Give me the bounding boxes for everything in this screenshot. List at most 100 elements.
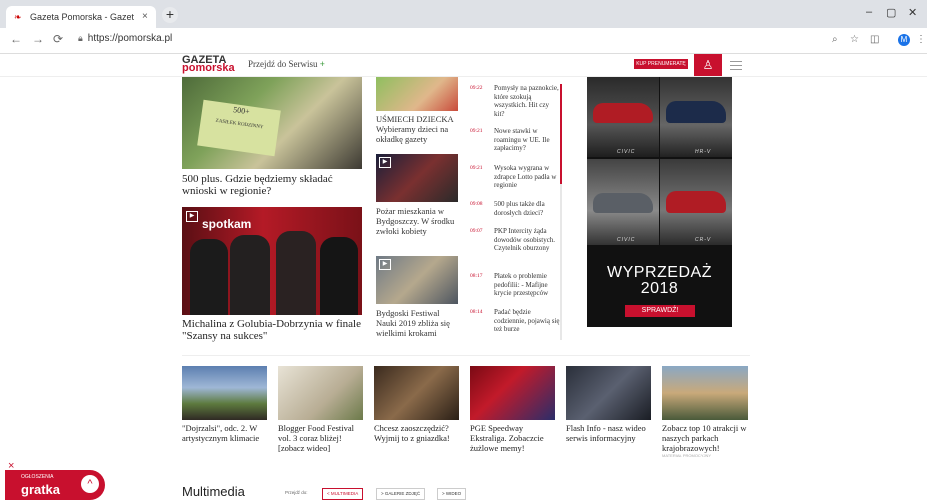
site-logo[interactable]: GAZETA pomorska — [182, 55, 235, 74]
chevron-up-icon[interactable]: ^ — [81, 475, 99, 493]
bookmark-star-icon[interactable]: ☆ — [850, 34, 859, 45]
middle-image-festiwal[interactable]: ▶ — [376, 256, 458, 304]
multimedia-heading: Multimedia — [182, 484, 245, 499]
tab-galerie[interactable]: > GALERIE ZDJĘĆ — [376, 488, 426, 500]
person-silhouette — [320, 237, 358, 315]
address-bar[interactable]: 🔒︎ https://pomorska.pl — [78, 33, 172, 44]
bottom-item[interactable]: Zobacz top 10 atrakcji w naszych parkach… — [662, 423, 750, 459]
image-text-spotkam: spotkam — [202, 217, 252, 231]
bottom-image[interactable] — [182, 366, 267, 420]
extension-icon[interactable]: ◫ — [870, 34, 879, 45]
ad-model-label: CR-V — [695, 237, 712, 243]
news-time: 09:21 — [470, 165, 483, 171]
image-text-zasilek: ZASIŁEK RODZINNY — [215, 118, 264, 131]
subscribe-button[interactable]: KUP PRENUMERATĘ — [634, 59, 688, 69]
go-to-service-link[interactable]: Przejdź do Serwisu + — [248, 59, 325, 69]
car-image — [587, 77, 659, 157]
tab-wideo[interactable]: > WIDEO — [437, 488, 467, 500]
bottom-item[interactable]: Chcesz zaoszczędzić? Wyjmij to z gniazdk… — [374, 423, 462, 443]
sign-graphic: 500+ ZASIŁEK RODZINNY — [197, 99, 281, 157]
classifieds-brand: gratka — [21, 482, 61, 497]
lock-icon: 🔒︎ — [78, 33, 83, 43]
car-shape — [593, 103, 653, 123]
tab-close-icon[interactable]: × — [142, 6, 148, 28]
middle-caption-festiwal[interactable]: Bydgoski Festiwal Nauki 2019 zbliża się … — [376, 308, 460, 338]
classifieds-widget[interactable]: OGŁOSZENIA gratka ^ — [5, 470, 105, 500]
window-close-icon[interactable]: ✕ — [908, 6, 917, 19]
middle-caption-pozar[interactable]: Pożar mieszkania w Bydgoszczy. W środku … — [376, 206, 460, 236]
profile-avatar[interactable]: M — [898, 34, 910, 46]
site-favicon-icon: ❧ — [14, 12, 22, 22]
zoom-icon[interactable]: ⌕ — [832, 34, 838, 45]
play-icon: ▶ — [379, 259, 391, 270]
classifieds-label: OGŁOSZENIA — [21, 474, 54, 480]
middle-caption-usmiech[interactable]: UŚMIECH DZIECKA Wybieramy dzieci na okła… — [376, 114, 460, 144]
news-time: 09:08 — [470, 201, 483, 207]
bottom-image[interactable] — [374, 366, 459, 420]
back-arrow-icon[interactable]: ← — [10, 32, 22, 46]
tab-multimedia[interactable]: < MULTIMEDIA — [322, 488, 364, 500]
bottom-caption: "Dojrzalsi", odc. 2. W artystycznym klim… — [182, 423, 260, 443]
tab-title: Gazeta Pomorska - Gazeta Pomo — [30, 12, 134, 22]
bottom-item[interactable]: "Dojrzalsi", odc. 2. W artystycznym klim… — [182, 423, 270, 443]
bottom-caption: Flash Info - nasz wideo serwis informacy… — [566, 423, 646, 443]
featured-image-szansa[interactable]: ▶ spotkam — [182, 207, 362, 315]
section-divider — [182, 355, 750, 356]
person-silhouette — [230, 235, 270, 315]
bottom-item[interactable]: Blogger Food Festival vol. 3 coraz bliże… — [278, 423, 366, 453]
multimedia-goto-label: Przejdź do: — [285, 490, 308, 495]
news-time: 08:14 — [470, 309, 483, 315]
ad-headline-line-1: WYPRZEDAŻ — [607, 264, 712, 281]
news-time: 09:22 — [470, 85, 483, 91]
car-image — [660, 77, 732, 157]
user-account-icon[interactable]: ♙ — [694, 54, 722, 76]
bottom-image[interactable] — [566, 366, 651, 420]
news-title: PKP Intercity żąda dowodów osobistych. C… — [494, 227, 556, 252]
car-shape — [666, 101, 726, 123]
car-shape — [593, 193, 653, 213]
go-to-service-label: Przejdź do Serwisu — [248, 59, 318, 69]
bottom-image[interactable] — [662, 366, 748, 420]
car-image — [660, 159, 732, 245]
forward-arrow-icon[interactable]: → — [32, 32, 44, 46]
logo-line-2: pomorska — [182, 62, 235, 74]
hamburger-menu-icon[interactable] — [730, 58, 742, 70]
bottom-image[interactable] — [470, 366, 555, 420]
car-image — [587, 159, 659, 245]
ad-headline: WYPRZEDAŻ 2018 — [587, 265, 732, 297]
news-title: 500 plus także dla dorosłych dzieci? — [494, 200, 545, 217]
featured-image-500plus[interactable]: 500+ ZASIŁEK RODZINNY — [182, 77, 362, 169]
news-scroll-thumb[interactable] — [560, 84, 562, 184]
advertisement-banner[interactable]: CIVIC HR-V CIVIC CR-V WYPRZEDAŻ 2018 SPR… — [587, 77, 732, 327]
news-title: Płatek o problemie pedofilii: - Mafijne … — [494, 272, 549, 297]
site-header — [0, 54, 927, 77]
image-text-500plus: 500+ — [232, 105, 251, 117]
news-title: Nowe stawki w roamingu w UE. Ile zapłaci… — [494, 127, 550, 152]
browser-menu-icon[interactable]: ⋮ — [916, 34, 926, 45]
maximize-icon[interactable]: ▢ — [886, 6, 896, 19]
ad-model-label: HR-V — [695, 149, 712, 155]
middle-image-usmiech[interactable] — [376, 77, 458, 111]
bottom-image[interactable] — [278, 366, 363, 420]
bottom-caption: Blogger Food Festival vol. 3 coraz bliże… — [278, 423, 355, 453]
featured-caption-500plus[interactable]: 500 plus. Gdzie będziemy składać wnioski… — [182, 173, 362, 197]
news-time: 08:17 — [470, 273, 483, 279]
play-icon: ▶ — [379, 157, 391, 168]
bottom-item[interactable]: Flash Info - nasz wideo serwis informacy… — [566, 423, 654, 443]
ad-model-label: CIVIC — [617, 149, 636, 155]
browser-tab[interactable]: ❧ Gazeta Pomorska - Gazeta Pomo × — [6, 6, 156, 28]
bottom-item[interactable]: PGE Speedway Ekstraliga. Zobaczcie żużlo… — [470, 423, 558, 453]
browser-toolbar: ← → ⟳ 🔒︎ https://pomorska.pl ⌕ ☆ ◫ ⋮ — [0, 28, 927, 54]
news-time: 09:21 — [470, 128, 483, 134]
new-tab-button[interactable]: + — [162, 7, 178, 23]
person-silhouette — [190, 239, 228, 315]
reload-icon[interactable]: ⟳ — [53, 32, 63, 46]
person-silhouette — [276, 231, 316, 315]
ad-cta-button[interactable]: SPRAWDŹ! — [625, 305, 695, 317]
middle-image-pozar[interactable]: ▶ — [376, 154, 458, 202]
plus-icon: + — [319, 59, 325, 69]
featured-caption-szansa[interactable]: Michalina z Golubia-Dobrzynia w finale "… — [182, 318, 362, 342]
minimize-icon[interactable]: – — [866, 6, 872, 18]
ad-model-label: CIVIC — [617, 237, 636, 243]
bottom-caption: Chcesz zaoszczędzić? Wyjmij to z gniazdk… — [374, 423, 450, 443]
